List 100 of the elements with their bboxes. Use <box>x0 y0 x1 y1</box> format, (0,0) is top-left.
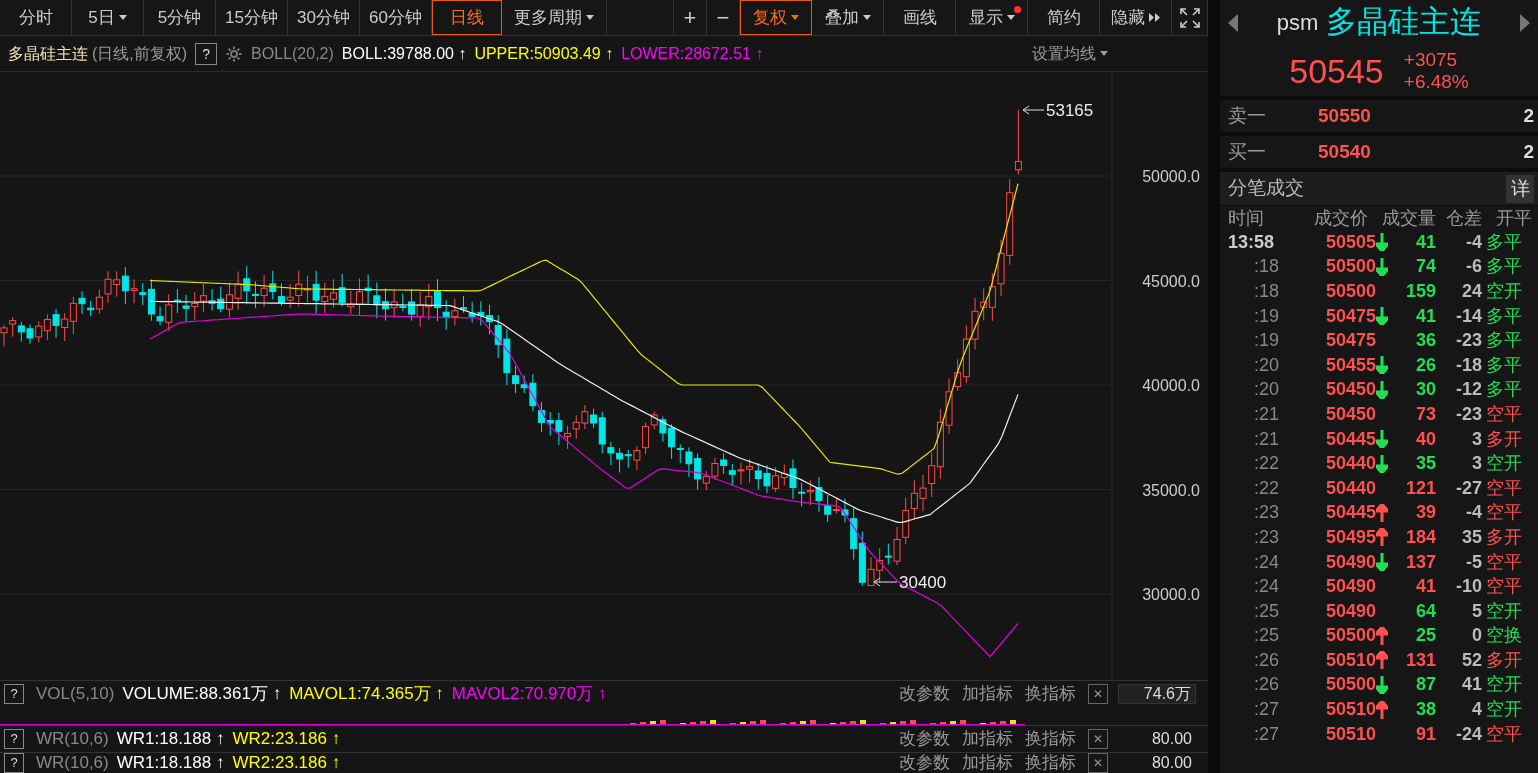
candlestick <box>1014 109 1022 176</box>
toolbar-button[interactable]: 复权 <box>740 0 812 35</box>
period-tab[interactable]: 日线 <box>432 0 502 35</box>
column-header: 仓差 <box>1445 206 1482 230</box>
indicator-action-button[interactable]: 加指标 <box>962 753 1013 773</box>
tick-price: 50450 <box>1326 402 1377 426</box>
tick-type: 多平 <box>1486 378 1522 402</box>
tick-position-change: -14 <box>1455 304 1482 328</box>
indicator-action-button[interactable]: 加指标 <box>962 681 1013 707</box>
indicator-action-button[interactable]: 改参数 <box>899 753 950 773</box>
tick-time: :25 <box>1253 599 1281 623</box>
ticks-title: 分笔成交 <box>1228 176 1304 201</box>
period-tab[interactable]: 5日 <box>72 0 144 35</box>
period-tab[interactable]: 15分钟 <box>216 0 288 35</box>
indicator-action-button[interactable]: 改参数 <box>899 726 950 752</box>
period-tab[interactable]: 更多周期 <box>502 0 607 35</box>
toolbar-button[interactable]: 画线 <box>884 0 956 35</box>
indicator-action-button[interactable]: 换指标 <box>1025 681 1076 707</box>
toolbar-button[interactable]: 叠加 <box>812 0 884 35</box>
tick-volume: 41 <box>1414 304 1436 328</box>
tick-volume: 25 <box>1414 624 1436 648</box>
tick-time: :21 <box>1253 402 1281 426</box>
column-header: 时间 <box>1227 206 1265 230</box>
indicator-name: BOLL(20,2) <box>251 43 334 64</box>
tick-type: 空开 <box>1486 673 1522 697</box>
tick-type: 空平 <box>1486 501 1522 525</box>
tick-position-change: -5 <box>1465 550 1482 574</box>
chart-mode: (日线,前复权) <box>92 43 188 64</box>
toolbar-button[interactable]: 隐藏 <box>1100 0 1172 35</box>
indicator-action-button[interactable]: 加指标 <box>962 726 1013 752</box>
indicator-value: UPPER:50903.49 ↑ <box>474 43 614 64</box>
price-axis-label: 40000.0 <box>1142 377 1200 394</box>
help-button[interactable]: ? <box>195 42 218 65</box>
help-button[interactable]: ? <box>4 753 24 773</box>
indicator-action-button[interactable]: 改参数 <box>899 681 950 707</box>
price-axis-label: 50000.0 <box>1142 168 1200 185</box>
tick-time: :25 <box>1253 624 1281 648</box>
close-button[interactable]: ✕ <box>1088 729 1108 749</box>
tick-type: 多平 <box>1486 255 1522 279</box>
tick-price: 50500 <box>1326 624 1377 648</box>
tick-volume: 30 <box>1414 378 1436 402</box>
help-button[interactable]: ? <box>4 684 24 704</box>
tick-position-change: -4 <box>1465 230 1482 254</box>
period-tab[interactable]: 60分钟 <box>360 0 432 35</box>
tick-price: 50490 <box>1326 575 1377 599</box>
tick-position-change: -18 <box>1455 353 1482 377</box>
previous-arrow-icon[interactable] <box>1228 13 1238 32</box>
indicator-action-button[interactable]: 换指标 <box>1025 726 1076 752</box>
caret-icon <box>118 15 127 20</box>
tick-price: 50455 <box>1326 353 1377 377</box>
indicator-axis-label: 80.00 <box>1150 729 1193 749</box>
tick-volume: 39 <box>1414 501 1436 525</box>
tick-time: :19 <box>1253 304 1281 328</box>
instrument-name: 多晶硅主连 <box>8 43 88 64</box>
next-arrow-icon[interactable] <box>1520 13 1530 32</box>
close-button[interactable]: ✕ <box>1088 753 1108 773</box>
tick-type: 多平 <box>1486 304 1522 328</box>
column-header: 成交量 <box>1381 206 1436 230</box>
tick-price: 50510 <box>1326 648 1377 672</box>
indicator-value: WR1:18.188 ↑ <box>116 753 225 773</box>
indicator-action-button[interactable]: 换指标 <box>1025 753 1076 773</box>
detail-button[interactable]: 详 <box>1506 174 1534 203</box>
tick-time: :27 <box>1253 698 1281 722</box>
tick-time: 13:58 <box>1227 230 1276 254</box>
period-tab[interactable]: 分时 <box>0 0 72 35</box>
help-button[interactable]: ? <box>4 729 24 749</box>
tick-volume: 41 <box>1414 575 1436 599</box>
tick-position-change: 0 <box>1471 624 1482 648</box>
toolbar-button[interactable]: 显示 <box>956 0 1028 35</box>
order-book-volume: 2 <box>1523 139 1534 164</box>
tick-type: 空换 <box>1486 624 1522 648</box>
toolbar-button[interactable]: 简约 <box>1028 0 1100 35</box>
settings-icon[interactable] <box>225 44 244 63</box>
fullscreen-icon <box>1179 7 1200 28</box>
tick-volume: 26 <box>1414 353 1436 377</box>
order-book-label: 买一 <box>1228 139 1267 164</box>
tick-price: 50440 <box>1326 476 1377 500</box>
tick-volume: 64 <box>1414 599 1436 623</box>
indicator-value: MAVOL1:74.365万 ↑ <box>289 683 444 706</box>
moving-average-settings[interactable]: 设置均线 <box>1032 41 1108 66</box>
tick-type: 空平 <box>1486 550 1522 574</box>
tick-volume: 91 <box>1414 722 1436 746</box>
tick-type: 多开 <box>1486 648 1522 672</box>
period-tab[interactable]: 30分钟 <box>288 0 360 35</box>
tick-time: :22 <box>1253 452 1281 476</box>
caret-icon <box>1100 51 1108 56</box>
toolbar-button[interactable]: − <box>707 0 740 35</box>
tick-price: 50475 <box>1326 329 1377 353</box>
close-button[interactable]: ✕ <box>1088 684 1108 704</box>
column-header: 成交价 <box>1313 206 1368 230</box>
tick-volume: 38 <box>1414 698 1436 722</box>
tick-type: 多平 <box>1486 353 1522 377</box>
toolbar-button[interactable]: + <box>674 0 707 35</box>
caret-icon <box>791 15 799 20</box>
period-tab[interactable]: 5分钟 <box>144 0 216 35</box>
indicator-axis-label: 74.6万 <box>1118 684 1196 704</box>
tick-type: 空平 <box>1486 402 1522 426</box>
tick-price: 50490 <box>1326 550 1377 574</box>
tick-type: 空开 <box>1486 599 1522 623</box>
tick-type: 空开 <box>1486 698 1522 722</box>
